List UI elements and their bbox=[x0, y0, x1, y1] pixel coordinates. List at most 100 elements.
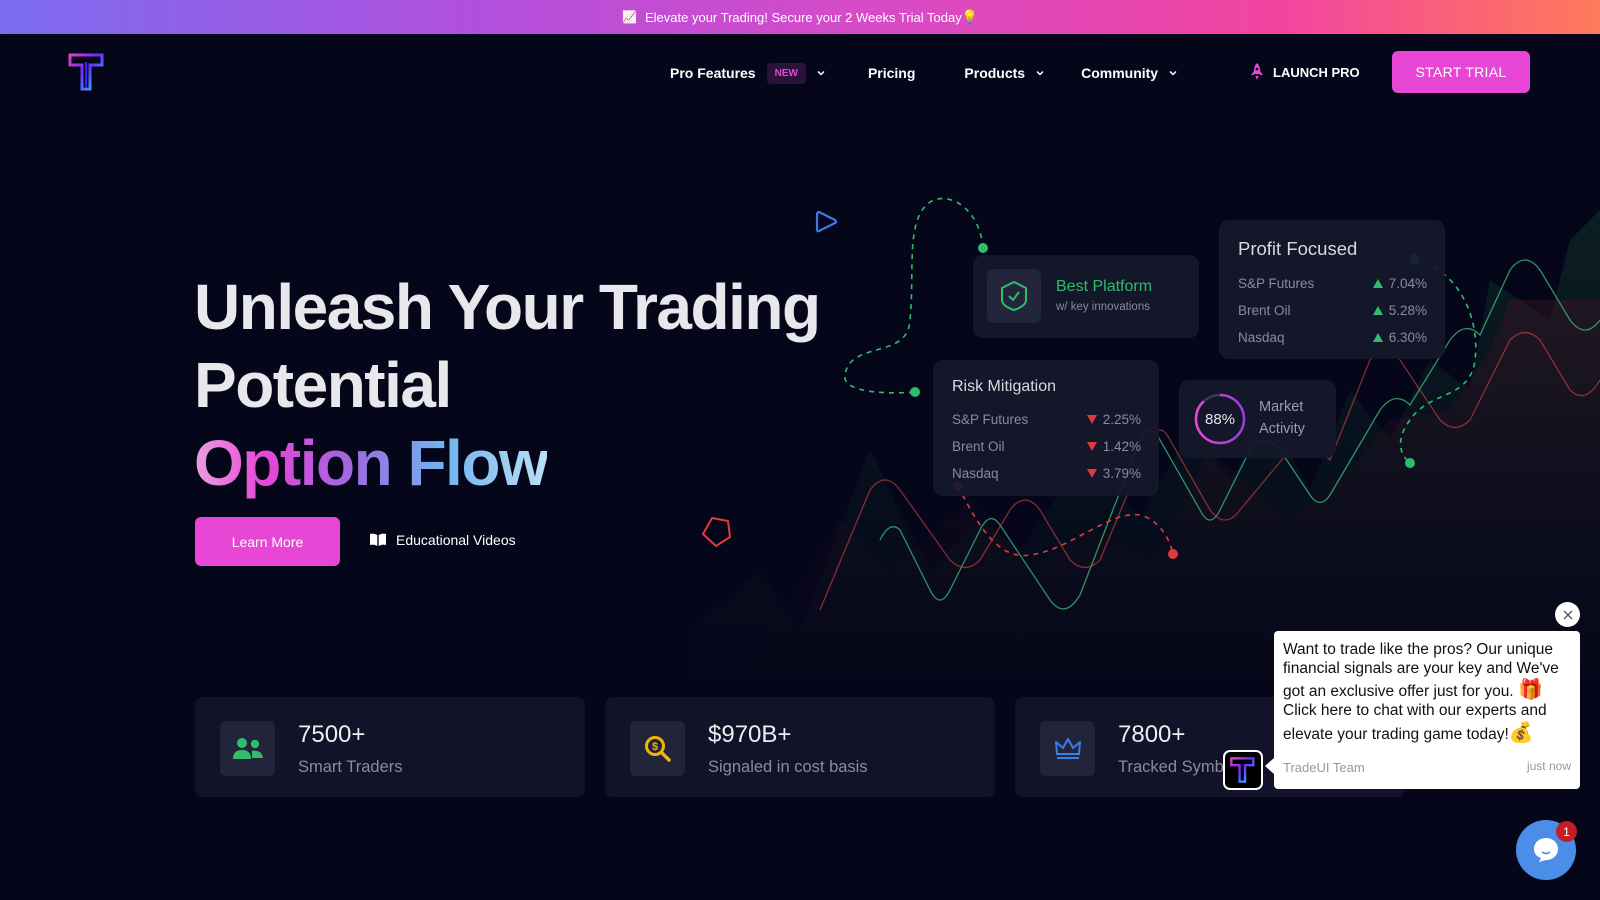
nav-pro-features-label: Pro Features bbox=[670, 65, 756, 81]
stat-icon-box: $ bbox=[630, 721, 685, 776]
profit-row: Nasdaq 6.30% bbox=[1238, 324, 1427, 351]
green-dot bbox=[910, 387, 920, 397]
arrow-down-icon bbox=[1086, 442, 1097, 451]
stat-value: 7500+ bbox=[298, 721, 366, 748]
best-platform-subtitle: w/ key innovations bbox=[1056, 301, 1150, 313]
arrow-down-icon bbox=[1086, 469, 1097, 478]
nav-products-label: Products bbox=[964, 65, 1026, 81]
dollar-search-icon: $ bbox=[644, 735, 671, 762]
brand-logo[interactable] bbox=[68, 53, 106, 91]
nav-community-label: Community bbox=[1081, 65, 1159, 81]
risk-mitigation-title: Risk Mitigation bbox=[952, 378, 1057, 395]
market-activity-card: 88% Market Activity bbox=[1179, 380, 1336, 458]
chevron-down-icon bbox=[1169, 70, 1177, 76]
money-bag-emoji-icon: 💰 bbox=[1508, 721, 1534, 744]
stat-label: Smart Traders bbox=[298, 758, 403, 776]
play-triangle-icon bbox=[815, 210, 838, 233]
arrow-up-icon bbox=[1372, 279, 1383, 288]
hero-heading: Unleash Your Trading Potential Option Fl… bbox=[194, 268, 821, 502]
shield-check-icon bbox=[1001, 281, 1027, 311]
stat-card-traders: 7500+ Smart Traders bbox=[195, 697, 585, 797]
nav-products[interactable]: Products bbox=[964, 65, 1045, 81]
symbol-name: Brent Oil bbox=[952, 439, 1005, 454]
users-icon bbox=[232, 737, 263, 759]
stat-value: 7800+ bbox=[1118, 721, 1186, 748]
chat-bubble-icon bbox=[1534, 838, 1558, 862]
nav-pricing-label: Pricing bbox=[867, 65, 916, 81]
percent-change: 3.79% bbox=[1102, 466, 1141, 481]
stat-card-cost-basis: $ $970B+ Signaled in cost basis bbox=[605, 697, 995, 797]
arrow-up-icon bbox=[1372, 333, 1383, 342]
market-activity-label-line1: Market bbox=[1259, 399, 1304, 415]
close-icon bbox=[1563, 610, 1572, 619]
promo-text: Elevate your Trading! Secure your 2 Week… bbox=[645, 9, 962, 25]
symbol-name: Brent Oil bbox=[1238, 303, 1291, 318]
arrow-down-icon bbox=[1086, 415, 1097, 424]
pentagon-icon bbox=[702, 517, 731, 547]
learn-more-button[interactable]: Learn More bbox=[195, 517, 340, 566]
chat-timestamp: just now bbox=[1526, 759, 1571, 773]
nav-pro-features[interactable]: Pro Features NEW bbox=[670, 62, 826, 84]
chat-sender: TradeUI Team bbox=[1283, 760, 1365, 775]
nav-pricing[interactable]: Pricing bbox=[868, 65, 915, 81]
risk-row: Brent Oil 1.42% bbox=[952, 433, 1141, 460]
hero-line-3-gradient: Option Flow bbox=[194, 427, 549, 499]
start-trial-button[interactable]: START TRIAL bbox=[1392, 51, 1530, 93]
stat-icon-box bbox=[220, 721, 275, 776]
percent-change: 5.28% bbox=[1388, 303, 1427, 318]
chart-emoji-icon: 📈 bbox=[622, 10, 637, 24]
symbol-name: S&P Futures bbox=[952, 412, 1029, 427]
market-activity-label: Market Activity bbox=[1259, 396, 1305, 440]
new-badge: NEW bbox=[766, 62, 806, 84]
symbol-name: Nasdaq bbox=[952, 466, 999, 481]
green-dot bbox=[1405, 458, 1415, 468]
gift-emoji-icon: 🎁 bbox=[1517, 679, 1543, 701]
crown-icon bbox=[1054, 737, 1081, 759]
hero-line-1: Unleash Your Trading bbox=[194, 271, 821, 343]
arrow-up-icon bbox=[1372, 306, 1383, 315]
risk-row: Nasdaq 3.79% bbox=[952, 460, 1141, 487]
launch-pro-link[interactable]: LAUNCH PRO bbox=[1250, 63, 1360, 81]
chevron-down-icon bbox=[1036, 70, 1044, 76]
profit-row: Brent Oil 5.28% bbox=[1238, 297, 1427, 324]
unread-count-badge: 1 bbox=[1556, 821, 1577, 842]
risk-mitigation-card: Risk Mitigation S&P Futures 2.25% Brent … bbox=[933, 360, 1159, 496]
risk-row: S&P Futures 2.25% bbox=[952, 406, 1141, 433]
profit-row: S&P Futures 7.04% bbox=[1238, 270, 1427, 297]
percent-change: 6.30% bbox=[1388, 330, 1427, 345]
profit-focused-card: Profit Focused S&P Futures 7.04% Brent O… bbox=[1219, 220, 1445, 359]
percent-change: 7.04% bbox=[1388, 276, 1427, 291]
rocket-icon bbox=[1251, 63, 1263, 80]
symbol-name: Nasdaq bbox=[1238, 330, 1285, 345]
chevron-down-icon bbox=[817, 70, 825, 76]
educational-videos-label: Educational Videos bbox=[396, 532, 516, 548]
chat-close-button[interactable] bbox=[1555, 602, 1580, 627]
top-navigation: Pro Features NEW Pricing Products Commun… bbox=[0, 34, 1600, 112]
market-activity-percent: 88% bbox=[1204, 410, 1236, 428]
percent-change: 1.42% bbox=[1102, 439, 1141, 454]
lightbulb-emoji-icon: 💡 bbox=[961, 9, 978, 24]
profit-focused-title: Profit Focused bbox=[1238, 238, 1358, 259]
stat-value: $970B+ bbox=[708, 721, 792, 748]
main-menu: Pro Features NEW Pricing Products Commun… bbox=[670, 34, 1178, 112]
percent-change: 2.25% bbox=[1102, 412, 1141, 427]
chat-message: Want to trade like the pros? Our unique … bbox=[1283, 641, 1571, 745]
chat-agent-avatar bbox=[1223, 750, 1263, 790]
green-dot bbox=[978, 243, 988, 253]
nav-community[interactable]: Community bbox=[1081, 65, 1178, 81]
stat-icon-box bbox=[1040, 721, 1095, 776]
educational-videos-link[interactable]: Educational Videos bbox=[370, 532, 516, 548]
chat-message-popup[interactable]: Want to trade like the pros? Our unique … bbox=[1265, 631, 1580, 789]
chat-message-text-2: Click here to chat with our experts and … bbox=[1283, 702, 1547, 743]
brand-logo-small bbox=[1230, 757, 1255, 783]
stat-label: Signaled in cost basis bbox=[708, 758, 868, 776]
red-dot bbox=[1168, 549, 1178, 559]
launch-pro-label: LAUNCH PRO bbox=[1273, 64, 1360, 80]
symbol-name: S&P Futures bbox=[1238, 276, 1315, 291]
svg-text:$: $ bbox=[651, 741, 657, 753]
market-activity-label-line2: Activity bbox=[1259, 421, 1305, 437]
open-book-icon bbox=[370, 533, 386, 546]
hero-line-2: Potential bbox=[194, 349, 452, 421]
promo-banner[interactable]: 📈 Elevate your Trading! Secure your 2 We… bbox=[0, 0, 1600, 34]
shield-check-icon-box bbox=[987, 269, 1041, 323]
